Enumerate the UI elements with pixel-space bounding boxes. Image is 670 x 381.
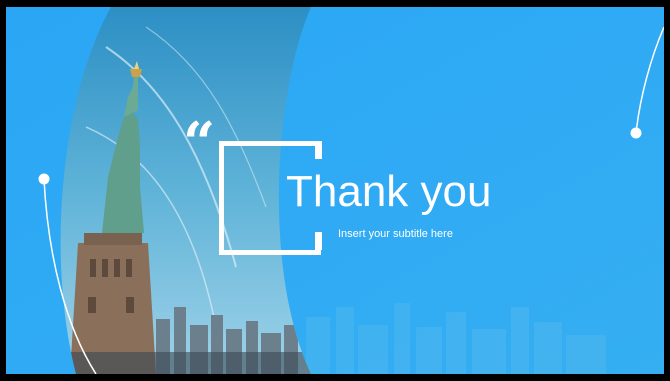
title-frame-bottom-cap <box>315 232 322 250</box>
decor-dot-left <box>38 173 50 185</box>
quote-mark-icon: “ <box>183 110 215 176</box>
slide-title: Thank you <box>286 167 492 216</box>
title-frame-top-cap <box>315 141 322 159</box>
slide-subtitle: Insert your subtitle here <box>338 228 453 240</box>
slide: “ Thank you Insert your subtitle here <box>6 7 664 374</box>
decor-dot-right <box>630 127 642 139</box>
